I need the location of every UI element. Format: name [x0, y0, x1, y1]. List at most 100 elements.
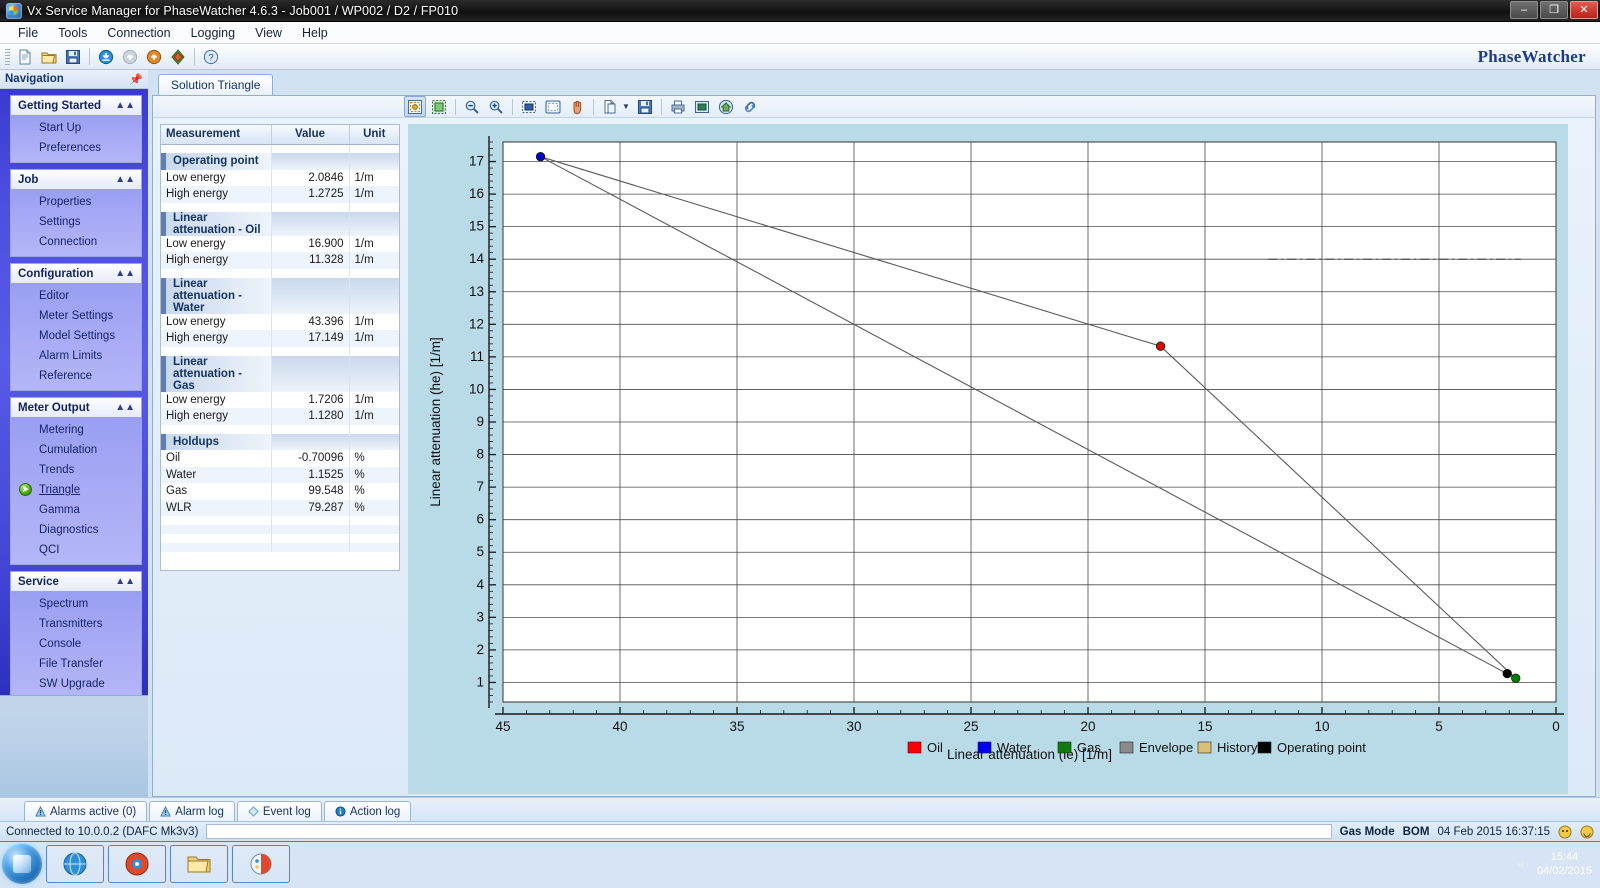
- data-point-operating-point[interactable]: [1502, 668, 1512, 679]
- sidebar-item-meter-settings[interactable]: Meter Settings: [11, 306, 141, 326]
- sidebar-item-editor[interactable]: Editor: [11, 286, 141, 306]
- sidebar-item-gamma[interactable]: Gamma: [11, 500, 141, 520]
- column-header-measurement[interactable]: Measurement: [161, 125, 272, 145]
- sidebar-item-settings[interactable]: Settings: [11, 212, 141, 232]
- chart-canvas[interactable]: 1234567891011121314151617Linear attenuat…: [408, 124, 1568, 794]
- media-icon: [125, 852, 149, 876]
- sidebar-item-qci[interactable]: QCI: [11, 540, 141, 560]
- column-header-value[interactable]: Value: [271, 125, 350, 145]
- measurement-table-container: Measurement Value Unit Operating point L…: [160, 124, 400, 571]
- sidebar-item-sw-upgrade[interactable]: SW Upgrade: [11, 674, 141, 694]
- chevron-up-icon[interactable]: ▲▲: [115, 576, 135, 587]
- chevron-up-icon[interactable]: ▲▲: [115, 402, 135, 413]
- refresh-button[interactable]: [167, 46, 189, 68]
- minimize-button[interactable]: –: [1510, 1, 1538, 19]
- new-document-button[interactable]: [14, 46, 36, 68]
- solution-triangle-chart[interactable]: 1 2 3 4 5 6 7 8 9 10 11 12 13 14 15 16 17 Linear attenuat…: [408, 124, 1589, 794]
- nav-group-header-getting-started[interactable]: Getting Started ▲▲: [11, 96, 141, 115]
- windows-logo-icon: [13, 855, 31, 873]
- close-button[interactable]: ✕: [1570, 1, 1598, 19]
- data-point-water[interactable]: [535, 152, 546, 162]
- taskbar-item-browser[interactable]: [46, 845, 104, 883]
- tab-label: Solution Triangle: [171, 78, 261, 92]
- nav-group-header-meter-output[interactable]: Meter Output ▲▲: [11, 398, 141, 417]
- tab-solution-triangle[interactable]: Solution Triangle: [158, 74, 274, 95]
- sidebar-item-console[interactable]: Console: [11, 634, 141, 654]
- sidebar-item-metering[interactable]: Metering: [11, 420, 141, 440]
- sidebar-item-label: Spectrum: [39, 598, 89, 610]
- nav-group-header-service[interactable]: Service ▲▲: [11, 572, 141, 591]
- sidebar-item-file-transfer[interactable]: File Transfer: [11, 654, 141, 674]
- status-indicator-1-icon[interactable]: [1558, 825, 1572, 839]
- sidebar-item-properties[interactable]: Properties: [11, 192, 141, 212]
- row-unit: %: [354, 452, 365, 465]
- taskbar-item-paint[interactable]: [232, 845, 290, 883]
- legend-label: History: [1217, 740, 1258, 755]
- properties-button[interactable]: [691, 96, 713, 117]
- log-tab-label: Alarms active (0): [50, 805, 137, 818]
- volume-icon[interactable]: [1515, 857, 1531, 873]
- sidebar-item-connection[interactable]: Connection: [11, 232, 141, 252]
- status-indicator-2-icon[interactable]: [1580, 825, 1594, 839]
- home-view-button[interactable]: [715, 96, 737, 117]
- tab-action-log[interactable]: Action log: [323, 801, 412, 821]
- help-button[interactable]: ?: [200, 46, 222, 68]
- copy-button[interactable]: [599, 96, 621, 117]
- sidebar-item-label: Transmitters: [39, 618, 103, 630]
- upload-button[interactable]: [143, 46, 165, 68]
- chevron-up-icon[interactable]: ▲▲: [115, 174, 135, 185]
- select-region-button[interactable]: [428, 96, 450, 117]
- sidebar-item-trends[interactable]: Trends: [11, 460, 141, 480]
- sidebar-item-triangle[interactable]: ➤ Triangle: [11, 480, 141, 500]
- print-button[interactable]: [667, 96, 689, 117]
- zoom-out-button[interactable]: [461, 96, 483, 117]
- sidebar-item-model-settings[interactable]: Model Settings: [11, 326, 141, 346]
- sidebar-item-reference[interactable]: Reference: [11, 366, 141, 386]
- menu-item-connection[interactable]: Connection: [97, 23, 180, 43]
- sidebar-item-diagnostics[interactable]: Diagnostics: [11, 520, 141, 540]
- sidebar-item-transmitters[interactable]: Transmitters: [11, 614, 141, 634]
- menu-item-tools[interactable]: Tools: [48, 23, 97, 43]
- copy-dropdown-button[interactable]: ▼: [622, 102, 630, 111]
- open-file-button[interactable]: [38, 46, 60, 68]
- tab-event-log[interactable]: Event log: [236, 801, 322, 821]
- zoom-box-button[interactable]: [518, 96, 540, 117]
- fit-to-window-button[interactable]: [404, 96, 426, 117]
- zoom-in-button[interactable]: [485, 96, 507, 117]
- sidebar-item-cumulation[interactable]: Cumulation: [11, 440, 141, 460]
- data-point-oil[interactable]: [1155, 341, 1166, 351]
- sidebar-item-preferences[interactable]: Preferences: [11, 138, 141, 158]
- sidebar-item-spectrum[interactable]: Spectrum: [11, 594, 141, 614]
- row-label: High energy: [161, 408, 272, 425]
- tab-alarm-log[interactable]: Alarm log: [149, 801, 235, 821]
- taskbar-item-media[interactable]: [108, 845, 166, 883]
- hand-pan-button[interactable]: [566, 96, 588, 117]
- y-axis-tick-label: 12: [469, 316, 484, 331]
- maximize-button[interactable]: ❐: [1540, 1, 1568, 19]
- chevron-up-icon[interactable]: ▲▲: [115, 100, 135, 111]
- column-header-unit[interactable]: Unit: [349, 125, 399, 145]
- save-image-button[interactable]: [634, 96, 656, 117]
- nav-group-title: Job: [18, 173, 39, 186]
- taskbar-item-folder[interactable]: [170, 845, 228, 883]
- menu-item-view[interactable]: View: [245, 23, 292, 43]
- menu-item-help[interactable]: Help: [292, 23, 338, 43]
- nav-group-header-job[interactable]: Job ▲▲: [11, 170, 141, 189]
- sidebar-item-alarm-limits[interactable]: Alarm Limits: [11, 346, 141, 366]
- save-button[interactable]: [62, 46, 84, 68]
- menu-item-logging[interactable]: Logging: [181, 23, 246, 43]
- download-button[interactable]: [95, 46, 117, 68]
- taskbar-clock[interactable]: 15:44 04/02/2015: [1537, 851, 1592, 879]
- toolbar-grip[interactable]: [5, 48, 10, 65]
- sidebar-item-start-up[interactable]: Start Up: [11, 118, 141, 138]
- data-point-gas[interactable]: [1511, 673, 1521, 683]
- pan-frame-button[interactable]: [542, 96, 564, 117]
- link-button[interactable]: [739, 96, 761, 117]
- chevron-up-icon[interactable]: ▲▲: [115, 268, 135, 279]
- pin-icon[interactable]: 📌: [129, 73, 143, 86]
- nav-group-header-configuration[interactable]: Configuration ▲▲: [11, 264, 141, 283]
- menu-item-file[interactable]: File: [8, 23, 48, 43]
- tab-alarms-active[interactable]: Alarms active (0): [24, 801, 148, 821]
- table-row: Low energy 43.396 1/m: [161, 313, 399, 330]
- start-button[interactable]: [2, 844, 42, 884]
